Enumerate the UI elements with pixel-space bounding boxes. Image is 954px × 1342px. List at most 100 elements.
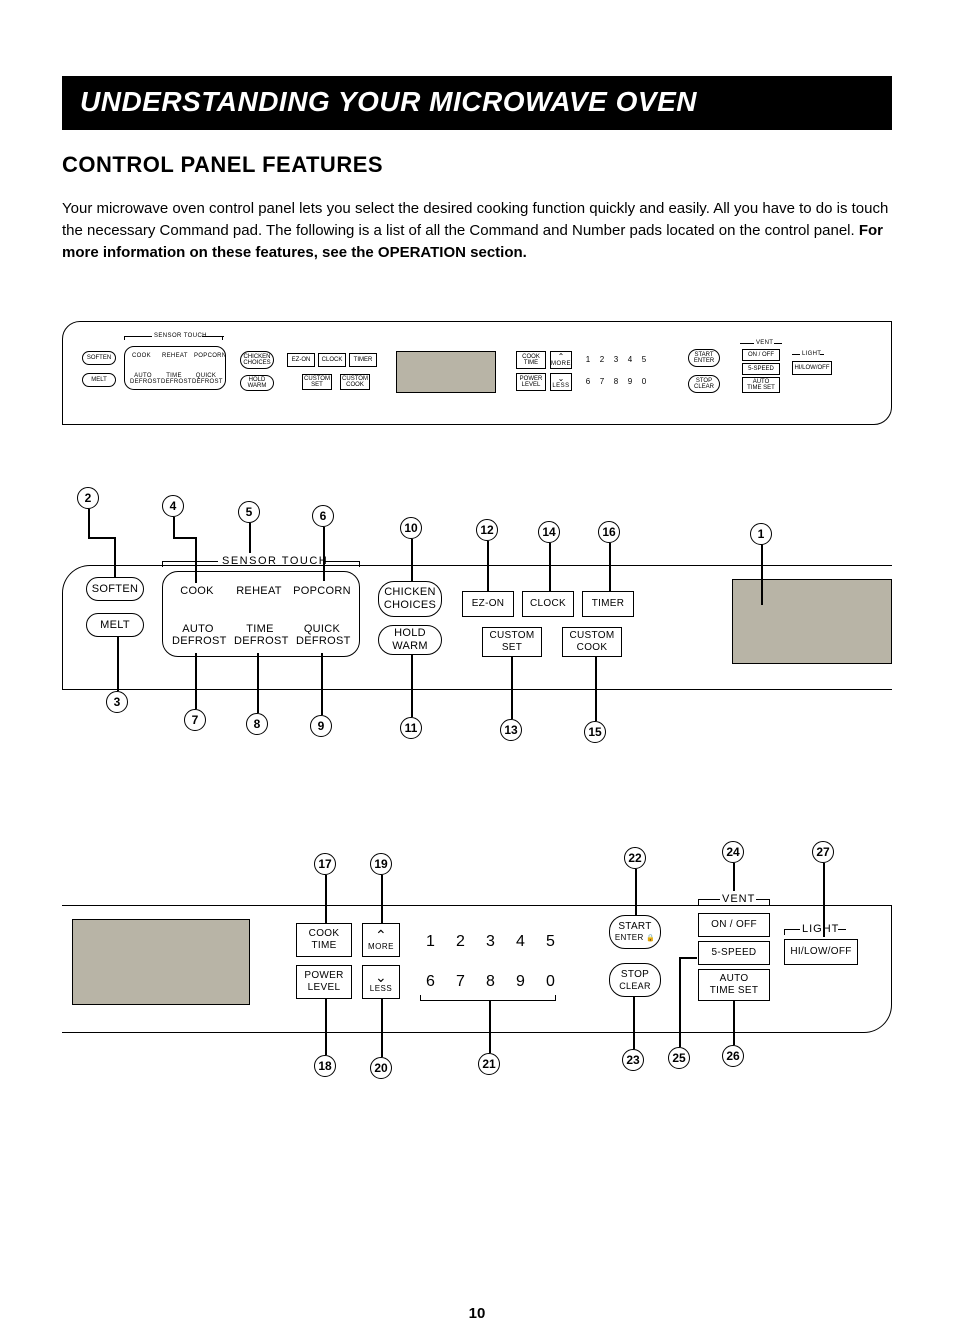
key-1[interactable]: 1 <box>582 355 594 364</box>
callout-line <box>489 1001 491 1053</box>
power-level-button[interactable]: POWERLEVEL <box>296 965 352 999</box>
callout-line <box>195 653 197 709</box>
clock-button[interactable]: CLOCK <box>522 591 574 617</box>
less-button[interactable]: ⌄LESS <box>550 373 572 391</box>
callout-line <box>114 537 116 577</box>
key-5[interactable]: 5 <box>638 355 650 364</box>
page-number: 10 <box>0 1305 954 1322</box>
key-8[interactable]: 8 <box>610 377 622 386</box>
hold-warm-button[interactable]: HOLDWARM <box>378 625 442 655</box>
key-9[interactable]: 9 <box>624 377 636 386</box>
callout-27: 27 <box>812 841 834 863</box>
clock-button[interactable]: CLOCK <box>318 353 346 367</box>
key-2[interactable]: 2 <box>456 933 465 951</box>
callout-line <box>381 875 383 923</box>
custom-set-button[interactable]: CUSTOMSET <box>482 627 542 657</box>
key-3[interactable]: 3 <box>486 933 495 951</box>
sensor-touch-label: SENSOR TOUCH <box>154 333 207 339</box>
vent-on-off-button[interactable]: ON / OFF <box>742 349 780 361</box>
key-7[interactable]: 7 <box>456 973 465 991</box>
key-9[interactable]: 9 <box>516 973 525 991</box>
callout-line <box>88 537 114 539</box>
ezon-button[interactable]: EZ-ON <box>462 591 514 617</box>
control-panel-detail-left: SOFTEN MELT SENSOR TOUCH COOK REHEAT POP… <box>62 495 892 745</box>
lock-icon: 🔒 <box>646 935 655 942</box>
vent-label: VENT <box>756 340 773 346</box>
control-panel-detail-right: COOKTIME ⌃MORE POWERLEVEL ⌄LESS 1 2 3 4 … <box>62 845 892 1095</box>
callout-23: 23 <box>622 1049 644 1071</box>
more-button[interactable]: ⌃MORE <box>550 351 572 369</box>
section-heading: CONTROL PANEL FEATURES <box>62 152 892 178</box>
cook-text[interactable]: COOK <box>176 585 218 597</box>
sensor-grid-outline <box>124 346 226 390</box>
custom-set-button[interactable]: CUSTOMSET <box>302 374 332 390</box>
chicken-choices-button[interactable]: CHICKENCHOICES <box>378 581 442 617</box>
key-3[interactable]: 3 <box>610 355 622 364</box>
vent-on-off-button[interactable]: ON / OFF <box>698 913 770 937</box>
vent-auto-time-set-button[interactable]: AUTOTIME SET <box>698 969 770 1001</box>
key-6[interactable]: 6 <box>426 973 435 991</box>
stop-clear-button[interactable]: STOPCLEAR <box>688 375 720 393</box>
ezon-button[interactable]: EZ-ON <box>287 353 315 367</box>
quick-defrost-text[interactable]: QUICKDEFROST <box>296 623 348 647</box>
callout-7: 7 <box>184 709 206 731</box>
chicken-choices-button[interactable]: CHICKENCHOICES <box>240 351 274 369</box>
soften-button[interactable]: SOFTEN <box>86 577 144 601</box>
soften-button[interactable]: SOFTEN <box>82 351 116 365</box>
custom-cook-button[interactable]: CUSTOMCOOK <box>562 627 622 657</box>
vent-5-speed-button[interactable]: 5-SPEED <box>742 363 780 375</box>
callout-line <box>733 863 735 891</box>
start-enter-button[interactable]: STARTENTER 🔒 <box>609 915 661 949</box>
reheat-text[interactable]: REHEAT <box>234 585 284 597</box>
callout-9: 9 <box>310 715 332 737</box>
light-hi-low-off-button[interactable]: HI/LOW/OFF <box>784 939 858 965</box>
light-hi-low-off-button[interactable]: HI/LOW/OFF <box>792 361 832 375</box>
key-4[interactable]: 4 <box>624 355 636 364</box>
key-0[interactable]: 0 <box>638 377 650 386</box>
more-button[interactable]: ⌃MORE <box>362 923 400 957</box>
power-level-button[interactable]: POWERLEVEL <box>516 373 546 391</box>
callout-line <box>733 1001 735 1045</box>
cook-time-button[interactable]: COOKTIME <box>296 923 352 957</box>
vent-5-speed-button[interactable]: 5-SPEED <box>698 941 770 965</box>
rule <box>162 561 218 562</box>
display-area <box>72 919 250 1005</box>
melt-button[interactable]: MELT <box>86 613 144 637</box>
callout-line <box>321 653 323 715</box>
key-2[interactable]: 2 <box>596 355 608 364</box>
popcorn-text[interactable]: POPCORN <box>292 585 352 597</box>
timer-button[interactable]: TIMER <box>349 353 377 367</box>
callout-line <box>679 957 681 1047</box>
start-enter-button[interactable]: STARTENTER <box>688 349 720 367</box>
chevron-down-icon: ⌄ <box>375 971 387 984</box>
callout-line <box>411 539 413 581</box>
callout-line <box>381 999 383 1057</box>
rule <box>222 336 223 340</box>
key-6[interactable]: 6 <box>582 377 594 386</box>
auto-defrost-text[interactable]: AUTODEFROST <box>172 623 224 647</box>
callout-line <box>487 541 489 591</box>
rule <box>769 899 770 905</box>
callout-line <box>633 997 635 1049</box>
key-4[interactable]: 4 <box>516 933 525 951</box>
key-8[interactable]: 8 <box>486 973 495 991</box>
melt-button[interactable]: MELT <box>82 373 116 387</box>
callout-15: 15 <box>584 721 606 743</box>
display-area <box>396 351 496 393</box>
key-7[interactable]: 7 <box>596 377 608 386</box>
timer-button[interactable]: TIMER <box>582 591 634 617</box>
less-button[interactable]: ⌄LESS <box>362 965 400 999</box>
key-1[interactable]: 1 <box>426 933 435 951</box>
callout-4: 4 <box>162 495 184 517</box>
hold-warm-button[interactable]: HOLDWARM <box>240 375 274 391</box>
custom-cook-button[interactable]: CUSTOMCOOK <box>340 374 370 390</box>
time-defrost-text[interactable]: TIMEDEFROST <box>234 623 286 647</box>
cook-time-button[interactable]: COOKTIME <box>516 351 546 369</box>
stop-clear-button[interactable]: STOPCLEAR <box>609 963 661 997</box>
callout-line <box>117 637 119 691</box>
callout-line <box>257 653 259 713</box>
key-0[interactable]: 0 <box>546 973 555 991</box>
vent-auto-time-set-button[interactable]: AUTOTIME SET <box>742 377 780 393</box>
callout-3: 3 <box>106 691 128 713</box>
key-5[interactable]: 5 <box>546 933 555 951</box>
